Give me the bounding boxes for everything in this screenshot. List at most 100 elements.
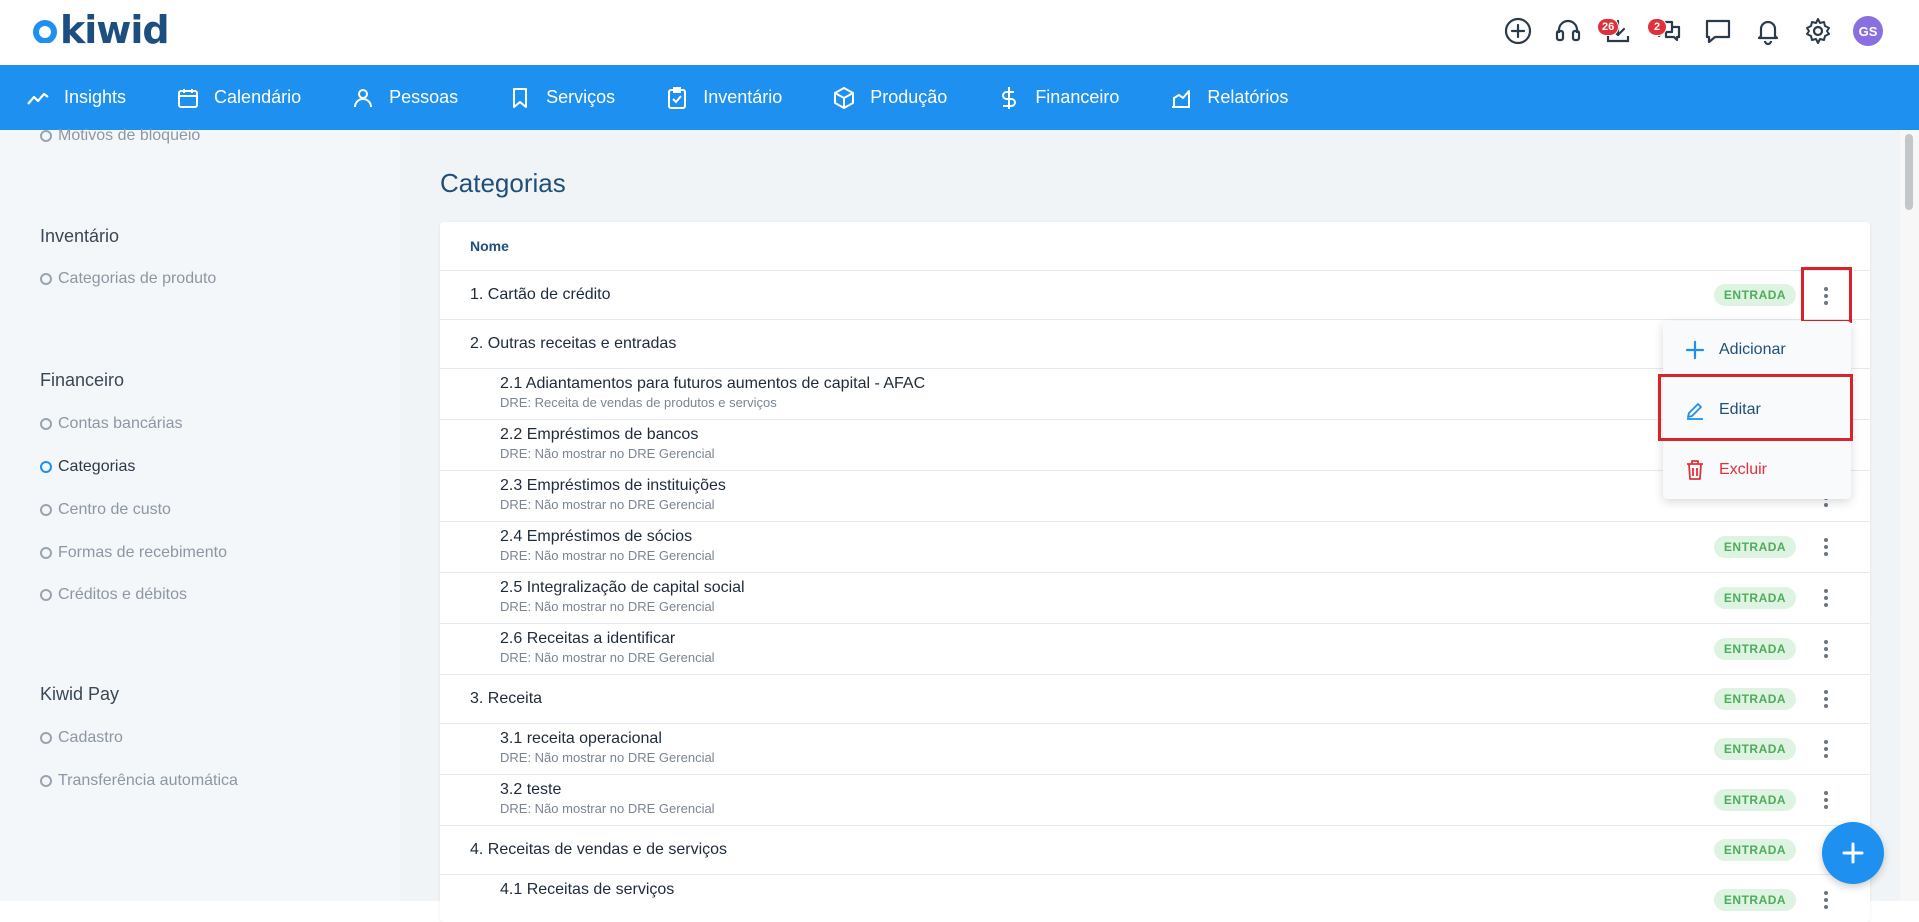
sidebar-item-motivos-bloqueio[interactable]: Motivos de bloqueio: [40, 127, 200, 145]
menu-item-label: Excluir: [1719, 461, 1768, 478]
top-icons: 26 2 GS: [1503, 14, 1883, 48]
table-row[interactable]: 3. Receita ENTRADA: [440, 674, 1870, 723]
row-label: 2.2 Empréstimos de bancos: [500, 426, 699, 443]
nav-relatorios[interactable]: Relatórios: [1169, 86, 1288, 110]
status-badge: ENTRADA: [1714, 284, 1796, 306]
table-row[interactable]: 4.1 Receitas de serviços ENTRADA: [440, 874, 1870, 922]
radio-dot-icon: [40, 418, 52, 430]
sidebar-item-label: Centro de custo: [58, 501, 171, 518]
calendar-icon: [178, 88, 199, 108]
row-dre: DRE: Receita de vendas de produtos e ser…: [500, 395, 777, 410]
box-icon: [834, 86, 855, 109]
row-label: 2.1 Adiantamentos para futuros aumentos …: [500, 375, 926, 392]
nav-calendario-label: Calendário: [214, 87, 302, 107]
column-header-nome: Nome: [470, 238, 509, 254]
sidebar-item-categorias-produto[interactable]: Categorias de produto: [40, 270, 216, 288]
radio-dot-icon: [40, 504, 52, 516]
menu-item-label: Adicionar: [1719, 341, 1786, 358]
page-scrollbar[interactable]: [1900, 130, 1919, 901]
row-label: 2.6 Receitas a identificar: [500, 630, 676, 647]
radio-dot-icon: [40, 547, 52, 559]
row-menu-button[interactable]: [1814, 583, 1838, 613]
plus-icon: [1685, 340, 1705, 360]
table-row[interactable]: 2.2 Empréstimos de bancos DRE: Não mostr…: [440, 419, 1870, 470]
row-label: 3. Receita: [470, 690, 543, 707]
nav-financeiro[interactable]: Financeiro: [997, 86, 1119, 110]
sidebar-item-cadastro[interactable]: Cadastro: [40, 729, 123, 747]
sidebar-item-categorias[interactable]: Categorias: [40, 458, 135, 476]
add-circle-icon[interactable]: [1503, 14, 1533, 48]
nav-insights-label: Insights: [64, 87, 127, 107]
sidebar-item-transferencia-automatica[interactable]: Transferência automática: [40, 772, 238, 790]
row-menu-button[interactable]: [1814, 532, 1838, 562]
row-menu-button[interactable]: [1814, 634, 1838, 664]
radio-dot-icon: [40, 775, 52, 787]
table-row[interactable]: 2.3 Empréstimos de instituições DRE: Não…: [440, 470, 1870, 521]
table-row[interactable]: 4. Receitas de vendas e de serviços ENTR…: [440, 825, 1870, 874]
row-label: 2.3 Empréstimos de instituições: [500, 477, 726, 494]
row-label: 4.1 Receitas de serviços: [500, 881, 675, 898]
logo-mark-icon: [33, 20, 57, 43]
main-nav: Insights Calendário Pessoas Serviços Inv…: [0, 65, 1919, 130]
bell-icon[interactable]: [1753, 14, 1783, 48]
status-badge: ENTRADA: [1714, 536, 1796, 558]
sidebar-item-label: Formas de recebimento: [58, 544, 227, 561]
radio-dot-icon: [40, 589, 52, 601]
table-row[interactable]: 2.4 Empréstimos de sócios DRE: Não mostr…: [440, 521, 1870, 572]
plus-icon: [1842, 842, 1864, 864]
kiwid-logo[interactable]: kiwid: [32, 8, 170, 52]
row-dre: DRE: Não mostrar no DRE Gerencial: [500, 548, 715, 563]
row-menu-button[interactable]: [1814, 885, 1838, 915]
table-row[interactable]: 3.1 receita operacional DRE: Não mostrar…: [440, 723, 1870, 774]
sidebar-item-centro-custo[interactable]: Centro de custo: [40, 501, 171, 519]
row-label: 4. Receitas de vendas e de serviços: [470, 841, 728, 858]
settings-sidebar: Motivos de bloqueio Inventário Categoria…: [0, 127, 400, 901]
status-badge: ENTRADA: [1714, 889, 1796, 911]
floating-add-button[interactable]: [1822, 822, 1884, 884]
sidebar-item-label: Transferência automática: [58, 772, 238, 789]
row-label: 2.4 Empréstimos de sócios: [500, 528, 693, 545]
nav-producao[interactable]: Produção: [832, 86, 947, 110]
gear-icon[interactable]: [1803, 14, 1833, 48]
categories-table: Nome 1. Cartão de crédito ENTRADA 2. Out…: [440, 222, 1870, 922]
row-dre: DRE: Não mostrar no DRE Gerencial: [500, 801, 715, 816]
sidebar-item-creditos-debitos[interactable]: Créditos e débitos: [40, 586, 187, 604]
table-row[interactable]: 1. Cartão de crédito ENTRADA: [440, 270, 1870, 319]
download-icon[interactable]: 26: [1597, 14, 1633, 48]
table-row[interactable]: 2.1 Adiantamentos para futuros aumentos …: [440, 368, 1870, 419]
message-icon[interactable]: [1703, 14, 1733, 48]
radio-dot-icon: [40, 130, 52, 142]
headset-icon[interactable]: [1553, 14, 1583, 48]
nav-servicos[interactable]: Serviços: [508, 86, 615, 110]
chat-bubbles-icon[interactable]: 2: [1647, 14, 1683, 48]
table-row[interactable]: 2.6 Receitas a identificar DRE: Não most…: [440, 623, 1870, 674]
status-badge: ENTRADA: [1714, 789, 1796, 811]
nav-insights[interactable]: Insights: [26, 86, 126, 110]
bookmark-icon: [513, 87, 528, 108]
row-menu-button[interactable]: [1814, 785, 1838, 815]
status-badge: ENTRADA: [1714, 638, 1796, 660]
nav-servicos-label: Serviços: [546, 87, 616, 107]
sidebar-item-contas-bancarias[interactable]: Contas bancárias: [40, 415, 183, 433]
sidebar-item-label: Contas bancárias: [58, 415, 183, 432]
clipboard-check-icon: [668, 86, 687, 109]
menu-item-excluir[interactable]: Excluir: [1663, 441, 1851, 499]
table-row[interactable]: 2.5 Integralização de capital social DRE…: [440, 572, 1870, 623]
nav-relatorios-label: Relatórios: [1207, 87, 1289, 107]
radio-dot-icon: [40, 732, 52, 744]
nav-pessoas[interactable]: Pessoas: [351, 86, 458, 110]
logo-text: kiwid: [60, 8, 170, 52]
nav-inventario[interactable]: Inventário: [665, 86, 782, 110]
radio-dot-icon: [40, 273, 52, 285]
table-row[interactable]: 2. Outras receitas e entradas: [440, 319, 1870, 368]
scrollbar-thumb[interactable]: [1905, 134, 1913, 210]
table-row[interactable]: 3.2 teste DRE: Não mostrar no DRE Gerenc…: [440, 774, 1870, 825]
row-menu-button[interactable]: [1814, 684, 1838, 714]
sidebar-item-label: Créditos e débitos: [58, 586, 187, 603]
row-menu-button[interactable]: [1814, 734, 1838, 764]
sidebar-item-formas-recebimento[interactable]: Formas de recebimento: [40, 544, 227, 562]
nav-inventario-label: Inventário: [703, 87, 783, 107]
nav-calendario[interactable]: Calendário: [176, 86, 301, 110]
menu-item-adicionar[interactable]: Adicionar: [1663, 321, 1851, 379]
user-avatar[interactable]: GS: [1853, 16, 1883, 46]
